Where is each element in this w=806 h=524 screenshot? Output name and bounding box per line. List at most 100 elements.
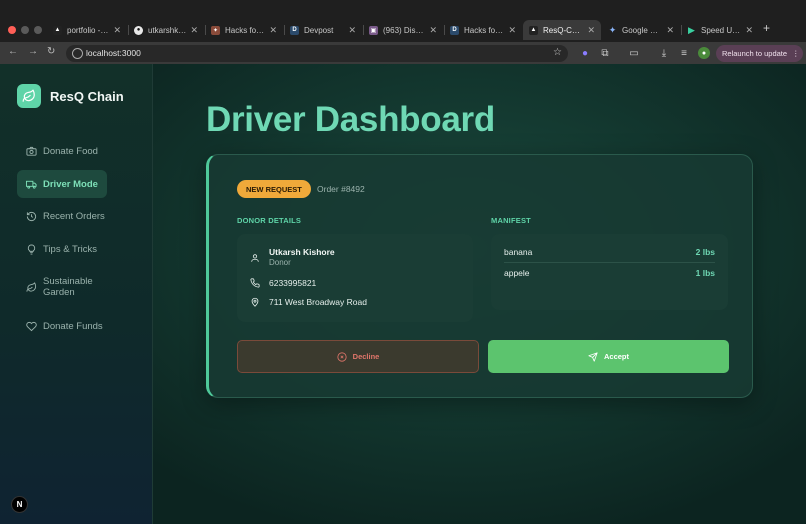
new-request-badge: NEW REQUEST: [237, 180, 311, 198]
devpost-icon: D: [290, 25, 299, 35]
puzzle-icon[interactable]: ⧉: [599, 47, 611, 59]
cast-icon[interactable]: ▭: [628, 47, 640, 59]
tab-title: (963) Discord: [383, 25, 425, 35]
tab-title: Devpost: [304, 25, 334, 35]
location-pin-icon: [250, 297, 260, 307]
nextjs-dev-badge[interactable]: N: [11, 496, 28, 513]
order-number: Order #8492: [317, 184, 365, 194]
sidebar-item-driver-mode[interactable]: Driver Mode: [17, 170, 107, 198]
user-icon: [250, 253, 260, 263]
tab-favicon-icon: ▲: [53, 25, 62, 35]
sidebar-item-label: Recent Orders: [43, 210, 105, 222]
browser-tab-active[interactable]: ▲ ResQ-Chain ✕: [523, 20, 601, 40]
donor-role: Donor: [269, 258, 291, 267]
donor-address[interactable]: 711 West Broadway Road: [269, 297, 367, 307]
manifest-panel: banana 2 lbs appele 1 lbs: [491, 234, 728, 310]
sidebar-item-donate-food[interactable]: Donate Food: [17, 137, 107, 165]
x-circle-icon: [337, 351, 347, 362]
browser-tab[interactable]: ▣ (963) Discord ✕: [363, 20, 443, 40]
relaunch-label: Relaunch to update: [722, 49, 788, 58]
tab-title: portfolio - Ut: [67, 25, 110, 35]
window-zoom-button[interactable]: [34, 26, 42, 34]
leaf-icon: [26, 281, 37, 293]
relaunch-button[interactable]: Relaunch to update ⋮: [716, 45, 803, 62]
donor-phone[interactable]: 6233995821: [269, 278, 316, 288]
tab-close-icon[interactable]: ✕: [269, 25, 277, 36]
truck-icon: [26, 179, 37, 190]
manifest-item: appele: [504, 268, 530, 278]
accept-button[interactable]: Accept: [488, 340, 729, 373]
tab-close-icon[interactable]: ✕: [508, 25, 516, 36]
main-content: Driver Dashboard NEW REQUEST Order #8492…: [153, 64, 806, 524]
sidebar-item-sustainable-garden[interactable]: Sustainable Garden: [17, 270, 107, 304]
tab-close-icon[interactable]: ✕: [113, 25, 121, 36]
decline-button[interactable]: Decline: [237, 340, 479, 373]
leaf-logo-icon: [17, 84, 41, 108]
request-card: NEW REQUEST Order #8492 DONOR DETAILS MA…: [206, 154, 753, 398]
donor-details-heading: DONOR DETAILS: [237, 216, 302, 225]
tab-title: Speed Up or: [701, 25, 742, 35]
donor-name-row: Utkarsh Kishore Donor: [250, 247, 335, 267]
donor-phone-row: 6233995821: [250, 278, 316, 288]
tab-close-icon[interactable]: ✕: [587, 25, 595, 36]
browser-tab[interactable]: D Devpost ✕: [284, 20, 362, 40]
devpost-icon: D: [450, 25, 459, 35]
window-close-button[interactable]: [8, 26, 16, 34]
sidebar-item-donate-funds[interactable]: Donate Funds: [17, 312, 107, 340]
sidebar-item-label: Sustainable Garden: [43, 275, 93, 298]
tab-close-icon[interactable]: ✕: [745, 25, 753, 36]
donor-name: Utkarsh Kishore: [269, 247, 335, 257]
send-icon: [588, 351, 598, 362]
browser-tab-strip: ▲ portfolio - Ut ✕ ● utkarshkishor ✕ ✦ H…: [0, 0, 806, 42]
browser-tab[interactable]: ▶ Speed Up or ✕: [681, 20, 759, 40]
sidebar-item-recent-orders[interactable]: Recent Orders: [17, 202, 107, 230]
brand[interactable]: ResQ Chain: [17, 84, 124, 108]
brand-name: ResQ Chain: [50, 88, 124, 104]
camera-icon: [26, 146, 37, 157]
decline-label: Decline: [352, 352, 380, 361]
back-icon[interactable]: ←: [8, 46, 18, 57]
manifest-row: appele 1 lbs: [504, 263, 715, 283]
profile-avatar-icon[interactable]: ●: [698, 47, 710, 59]
tab-close-icon[interactable]: ✕: [666, 25, 674, 36]
wand-icon: ✦: [211, 25, 220, 35]
sidebar: ResQ Chain Donate Food Driver Mode Recen…: [0, 64, 153, 524]
address-url: localhost:3000: [86, 48, 141, 58]
bookmark-star-icon[interactable]: ☆: [553, 47, 562, 58]
browser-tab[interactable]: ▲ portfolio - Ut ✕: [47, 20, 127, 40]
heart-icon: [26, 321, 37, 332]
tab-title: utkarshkishor: [148, 25, 186, 35]
browser-tab[interactable]: D Hacks for Hac ✕: [444, 20, 522, 40]
sidebar-item-label: Donate Funds: [43, 320, 103, 332]
forward-icon[interactable]: →: [28, 46, 38, 57]
donor-details-panel: Utkarsh Kishore Donor 6233995821 711 Wes…: [237, 234, 473, 322]
tab-title: Hacks for Hac: [464, 25, 504, 35]
manifest-qty: 2 lbs: [695, 247, 715, 257]
manifest-heading: MANIFEST: [491, 216, 531, 225]
browser-tab[interactable]: ● utkarshkishor ✕: [128, 20, 204, 40]
history-icon: [26, 211, 37, 222]
browser-tab[interactable]: ✦ Hacks for Hac ✕: [205, 20, 283, 40]
github-icon: ●: [134, 25, 143, 35]
tab-favicon-icon: ▲: [529, 25, 538, 35]
window-minimize-button[interactable]: [21, 26, 29, 34]
accept-label: Accept: [603, 352, 629, 361]
tab-title: Google Gemi: [622, 25, 662, 35]
tab-close-icon[interactable]: ✕: [429, 25, 437, 36]
sidebar-item-label: Driver Mode: [43, 178, 98, 190]
extension-icon[interactable]: ●: [579, 47, 591, 59]
download-icon[interactable]: ⤓: [658, 47, 670, 59]
tab-close-icon[interactable]: ✕: [348, 25, 356, 36]
tab-close-icon[interactable]: ✕: [190, 25, 198, 36]
discord-icon: ▣: [369, 25, 378, 35]
reload-icon[interactable]: ↻: [47, 46, 55, 57]
more-menu-icon[interactable]: ⋮: [792, 49, 800, 58]
browser-tab[interactable]: ✦ Google Gemi ✕: [602, 20, 680, 40]
new-tab-button[interactable]: +: [763, 21, 770, 35]
sidebar-item-tips-tricks[interactable]: Tips & Tricks: [17, 235, 107, 263]
site-info-icon[interactable]: [72, 48, 83, 59]
play-icon: ▶: [688, 24, 695, 35]
lightbulb-icon: [26, 243, 37, 255]
media-icon[interactable]: ≡: [678, 47, 690, 59]
address-bar[interactable]: localhost:3000 ☆: [66, 45, 568, 62]
